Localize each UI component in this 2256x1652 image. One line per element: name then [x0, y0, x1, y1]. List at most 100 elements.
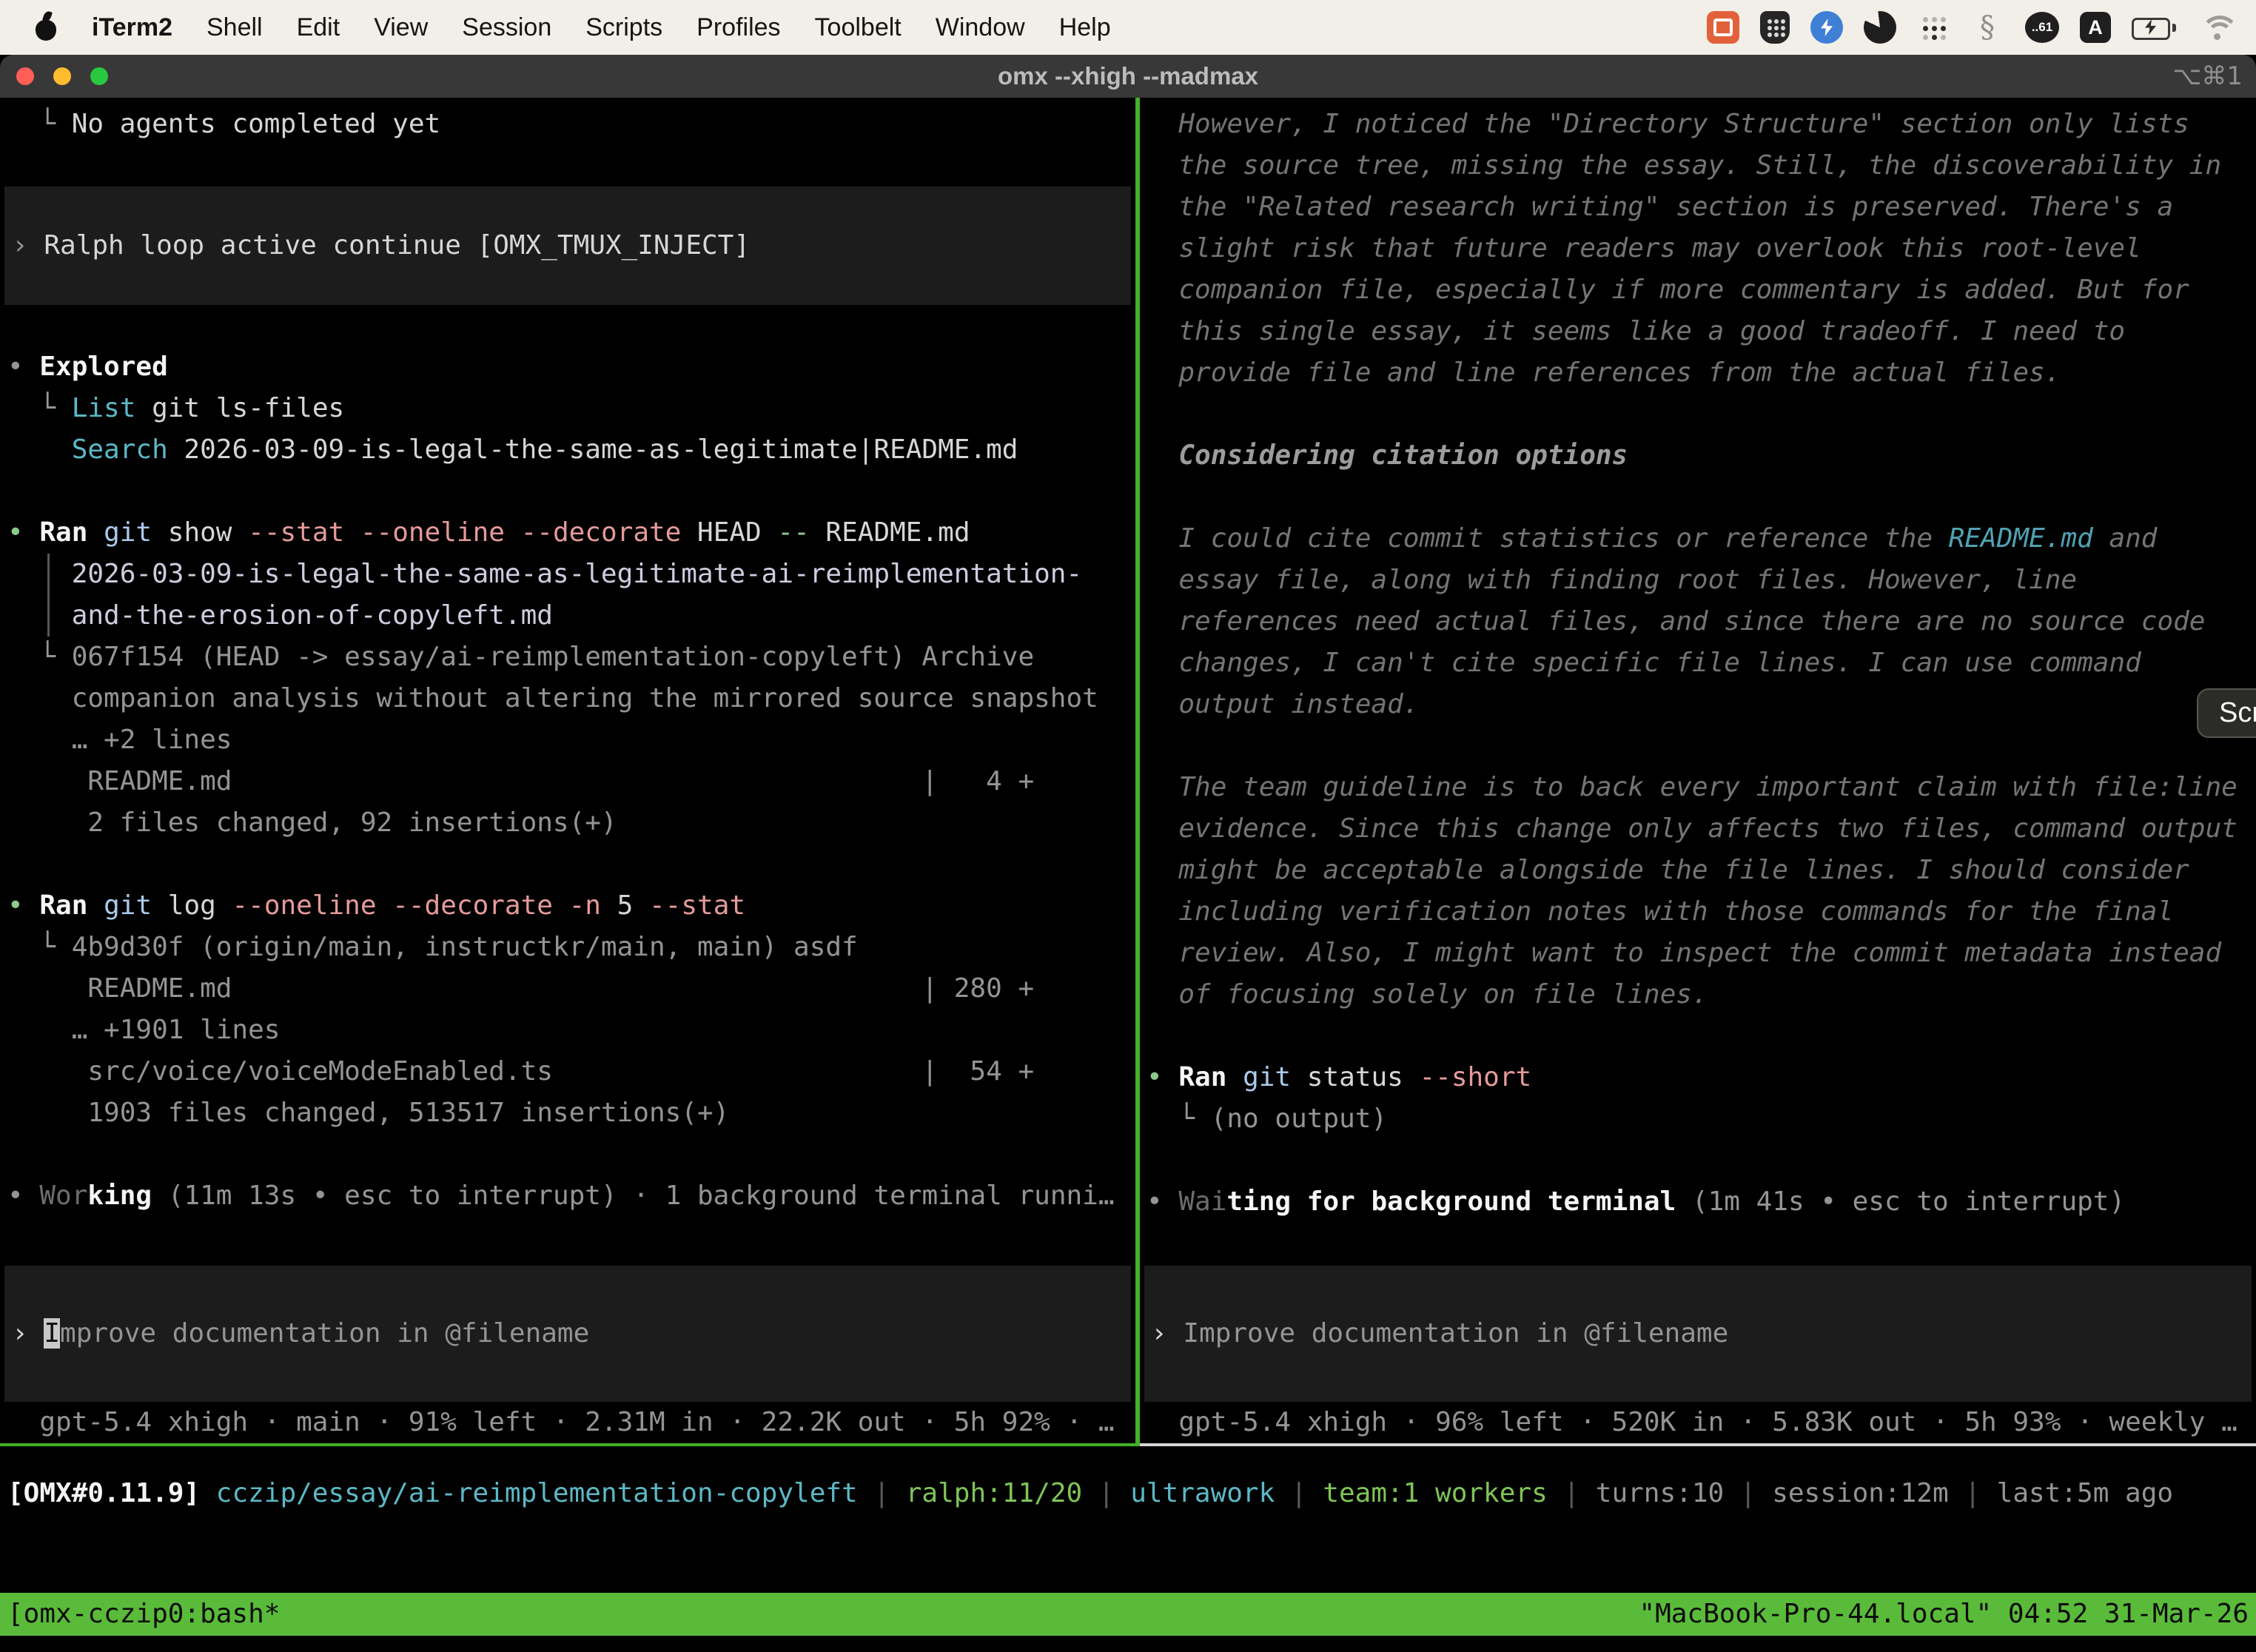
- blue-badge-icon[interactable]: [1810, 11, 1843, 44]
- model-status-line: gpt-5.4 xhigh · 96% left · 520K in · 5.8…: [1140, 1402, 2256, 1443]
- terminal-spacer: [0, 1514, 2256, 1593]
- menu-item-view[interactable]: View: [374, 13, 428, 42]
- ralph-loop-box[interactable]: › Ralph loop active continue [OMX_TMUX_I…: [4, 187, 1131, 305]
- tmux-status-bar: [omx-cczip0:bash* "MacBook-Pro-44.local"…: [0, 1593, 2256, 1636]
- terminal-line: [0, 145, 1135, 187]
- terminal-line: • Ran git status --short: [1140, 1057, 2256, 1098]
- terminal-line: companion file, especially if more comme…: [1140, 269, 2256, 311]
- menu-item-shell[interactable]: Shell: [207, 13, 263, 42]
- terminal-line: companion analysis without altering the …: [0, 678, 1135, 719]
- screen-share-tooltip-label: Scre: [2219, 697, 2256, 728]
- terminal-line: • Ran git show --stat --oneline --decora…: [0, 512, 1135, 554]
- terminal-line: └ (no output): [1140, 1098, 2256, 1140]
- tmux-host-clock: "MacBook-Pro-44.local" 04:52 31-Mar-26: [1639, 1593, 2249, 1636]
- window-bottom-pad: [0, 1636, 2256, 1652]
- terminal-line: essay file, along with finding root file…: [1140, 560, 2256, 601]
- terminal-line: [0, 471, 1135, 512]
- terminal-line: provide file and line references from th…: [1140, 352, 2256, 394]
- shield-grid-icon[interactable]: [1760, 11, 1790, 44]
- window-title-bar[interactable]: omx --xhigh --madmax ⌥⌘1: [0, 55, 2256, 98]
- tmux-session-name[interactable]: [omx-cczip0:bash*: [7, 1593, 280, 1636]
- menu-item-window[interactable]: Window: [936, 13, 1025, 42]
- terminal-line: of focusing solely on file lines.: [1140, 974, 2256, 1015]
- waiting-status-line: • Waiting for background terminal (1m 41…: [1140, 1181, 2256, 1223]
- terminal-line: references need actual files, and since …: [1140, 601, 2256, 642]
- apple-menu-icon[interactable]: [34, 13, 59, 42]
- terminal-line: [1140, 725, 2256, 767]
- tmux-pane-right[interactable]: However, I noticed the "Directory Struct…: [1140, 98, 2256, 1443]
- terminal-line: [1140, 1140, 2256, 1181]
- terminal-line: README.md | 4 +: [0, 761, 1135, 802]
- terminal-line: evidence. Since this change only affects…: [1140, 808, 2256, 850]
- terminal-line: However, I noticed the "Directory Struct…: [1140, 104, 2256, 145]
- terminal-line: › Improve documentation in @filename: [1144, 1313, 2252, 1354]
- terminal-line: changes, I can't cite specific file line…: [1140, 642, 2256, 684]
- terminal-line: slight risk that future readers may over…: [1140, 228, 2256, 269]
- battery-percentage-icon[interactable]: ..61: [2025, 12, 2059, 43]
- tmux-pane-left[interactable]: └ No agents completed yet › Ralph loop ac…: [0, 98, 1135, 1443]
- terminal-line: [0, 844, 1135, 885]
- terminal-line: › Ralph loop active continue [OMX_TMUX_I…: [4, 225, 1131, 266]
- terminal-line: including verification notes with those …: [1140, 891, 2256, 933]
- terminal-line: └ List git ls-files: [0, 388, 1135, 429]
- terminal-line: [1140, 477, 2256, 518]
- prompt-input-box[interactable]: › Improve documentation in @filename: [4, 1266, 1131, 1402]
- tmux-panes: └ No agents completed yet › Ralph loop ac…: [0, 98, 2256, 1443]
- terminal-line: › Improve documentation in @filename: [4, 1313, 1131, 1354]
- menu-items: iTerm2 Shell Edit View Session Scripts Profile…: [92, 13, 1111, 42]
- wifi-icon[interactable]: [2198, 11, 2237, 44]
- prompt-input-box[interactable]: › Improve documentation in @filename: [1144, 1266, 2252, 1402]
- working-status-line: • Working (11m 13s • esc to interrupt) ·…: [0, 1175, 1135, 1217]
- terminal-line: └ 067f154 (HEAD -> essay/ai-reimplementa…: [0, 637, 1135, 678]
- terminal-line: I could cite commit statistics or refere…: [1140, 518, 2256, 560]
- dots-grid-icon[interactable]: [1917, 11, 1950, 44]
- pane-bottom-group: › Improve documentation in @filename gpt…: [1140, 1266, 2256, 1443]
- window-title: omx --xhigh --madmax: [0, 62, 2256, 90]
- terminal-line: [1140, 394, 2256, 435]
- screen-share-tooltip: Scre: [2197, 688, 2256, 738]
- terminal-line: └ No agents completed yet: [0, 104, 1135, 145]
- iterm2-window: omx --xhigh --madmax ⌥⌘1 └ No agents com…: [0, 55, 2256, 1652]
- dark-crescent-icon[interactable]: [1864, 11, 1896, 44]
- terminal-line: └ 4b9d30f (origin/main, instructkr/main,…: [0, 927, 1135, 968]
- terminal-line: this single essay, it seems like a good …: [1140, 311, 2256, 352]
- terminal-line: The team guideline is to back every impo…: [1140, 767, 2256, 808]
- model-status-line: gpt-5.4 xhigh · main · 91% left · 2.31M …: [0, 1402, 1135, 1443]
- terminal-line: the source tree, missing the essay. Stil…: [1140, 145, 2256, 187]
- chat-app-icon[interactable]: [1707, 11, 1739, 44]
- menu-item-iterm2[interactable]: iTerm2: [92, 13, 172, 42]
- terminal-line: … +2 lines: [0, 719, 1135, 761]
- terminal-line: and-the-erosion-of-copyleft.md: [0, 595, 1135, 637]
- terminal-line: review. Also, I might want to inspect th…: [1140, 933, 2256, 974]
- menu-item-toolbelt[interactable]: Toolbelt: [815, 13, 902, 42]
- squiggle-icon[interactable]: §: [1970, 10, 2004, 44]
- terminal-line: 2026-03-09-is-legal-the-same-as-legitima…: [0, 554, 1135, 595]
- battery-charging-icon[interactable]: [2132, 10, 2178, 44]
- terminal-line: [0, 305, 1135, 346]
- terminal-line: src/voice/voiceModeEnabled.ts | 54 +: [0, 1051, 1135, 1092]
- omx-status-line: [OMX#0.11.9] cczip/essay/ai-reimplementa…: [0, 1446, 2256, 1514]
- menu-item-scripts[interactable]: Scripts: [585, 13, 662, 42]
- terminal-line: [0, 1134, 1135, 1175]
- window-shortcut-badge: ⌥⌘1: [2172, 61, 2243, 91]
- thinking-heading: Considering citation options: [1140, 435, 2256, 477]
- menu-bar: iTerm2 Shell Edit View Session Scripts Profile…: [0, 0, 2256, 55]
- menu-item-edit[interactable]: Edit: [297, 13, 340, 42]
- menu-item-profiles[interactable]: Profiles: [696, 13, 780, 42]
- terminal-area: └ No agents completed yet › Ralph loop ac…: [0, 98, 2256, 1652]
- a-key-icon[interactable]: A: [2080, 12, 2111, 43]
- terminal-line: [1140, 1015, 2256, 1057]
- terminal-line: • Explored: [0, 346, 1135, 388]
- menu-bar-status-icons: § ..61 A: [1686, 10, 2237, 44]
- pane-bottom-group: › Improve documentation in @filename gpt…: [0, 1266, 1135, 1443]
- menu-item-session[interactable]: Session: [462, 13, 551, 42]
- terminal-line: Search 2026-03-09-is-legal-the-same-as-l…: [0, 429, 1135, 471]
- terminal-line: the "Related research writing" section i…: [1140, 187, 2256, 228]
- menu-item-help[interactable]: Help: [1059, 13, 1111, 42]
- terminal-line: 1903 files changed, 513517 insertions(+): [0, 1092, 1135, 1134]
- terminal-line: … +1901 lines: [0, 1010, 1135, 1051]
- terminal-line: output instead.: [1140, 684, 2256, 725]
- terminal-line: might be acceptable alongside the file l…: [1140, 850, 2256, 891]
- terminal-line: README.md | 280 +: [0, 968, 1135, 1010]
- terminal-line: 2 files changed, 92 insertions(+): [0, 802, 1135, 844]
